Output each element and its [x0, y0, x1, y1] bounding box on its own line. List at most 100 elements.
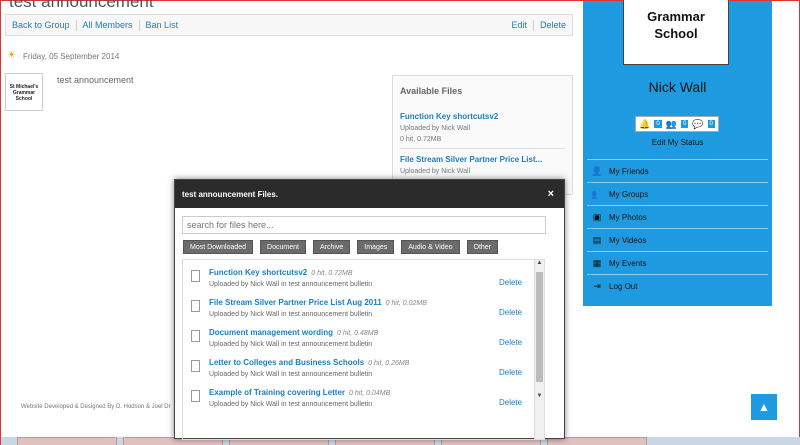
available-file-link[interactable]: File Stream Silver Partner Price List...	[400, 155, 565, 164]
document-icon	[191, 390, 200, 402]
delete-file-button[interactable]: Delete	[499, 398, 522, 407]
scroll-down-arrow-icon[interactable]: ▼	[535, 393, 544, 399]
back-to-group-link[interactable]: Back to Group	[6, 19, 77, 31]
available-file-uploader: Uploaded by Nick Wall	[400, 125, 471, 132]
scrollbar-thumb[interactable]	[536, 272, 543, 382]
available-file-uploader: Uploaded by Nick Wall	[400, 168, 471, 175]
profile-name: Nick Wall	[648, 79, 707, 95]
page-title: test announcement	[9, 0, 154, 11]
group-nav-bar: Back to Group All Members Ban List Edit …	[5, 14, 573, 36]
file-name: Example of Training covering Letter	[209, 388, 346, 397]
file-name: Function Key shortcutsv2	[209, 268, 308, 277]
filter-audio-video[interactable]: Audio & Video	[401, 240, 460, 254]
available-files-title: Available Files	[400, 86, 463, 96]
file-name: Document management wording	[209, 328, 334, 337]
post-date: Friday, 05 September 2014	[23, 51, 120, 61]
list-item: Function Key shortcutsv2 0 hit, 0.72MB Up…	[191, 268, 536, 296]
file-link[interactable]: Document management wording 0 hit, 0.48MB	[209, 328, 378, 337]
document-icon	[191, 300, 200, 312]
edit-status-link[interactable]: Edit My Status	[583, 138, 772, 147]
file-link[interactable]: Letter to Colleges and Business Schools 0…	[209, 358, 409, 367]
scroll-up-arrow-icon[interactable]: ▲	[535, 260, 544, 266]
delete-file-button[interactable]: Delete	[499, 278, 522, 287]
filter-most-downloaded[interactable]: Most Downloaded	[183, 240, 254, 254]
available-file-meta: 0 hit, 0.72MB	[400, 136, 442, 143]
available-file-link[interactable]: Function Key shortcutsv2	[400, 112, 565, 121]
document-icon	[191, 360, 200, 372]
delete-file-button[interactable]: Delete	[499, 338, 522, 347]
file-list-scrollbar[interactable]: ▲ ▼	[534, 260, 544, 439]
list-item: File Stream Silver Partner Price List Au…	[191, 298, 536, 326]
logout-icon: ⇥	[593, 280, 601, 291]
modal-title: test announcement Files.	[182, 189, 279, 199]
file-uploader: Uploaded by Nick Wall in test announceme…	[209, 281, 373, 288]
file-filter-tabs: Most Downloaded Document Archive Images …	[183, 240, 499, 254]
file-link[interactable]: Example of Training covering Letter 0 hit…	[209, 388, 390, 397]
list-item: Document management wording 0 hit, 0.48MB…	[191, 328, 536, 356]
delete-link[interactable]: Delete	[534, 20, 572, 31]
bell-icon[interactable]: 🔔	[639, 119, 650, 130]
file-uploader: Uploaded by Nick Wall in test announceme…	[209, 401, 373, 408]
school-logo: St Michael's Grammar School	[5, 73, 43, 111]
menu-item-label: My Photos	[609, 212, 647, 222]
menu-item-my-friends[interactable]: 👤 My Friends	[587, 159, 768, 182]
sun-icon: ☀	[7, 50, 16, 61]
filter-images[interactable]: Images	[357, 240, 395, 254]
menu-item-label: My Groups	[609, 189, 649, 199]
file-search-input[interactable]	[182, 216, 546, 234]
profile-menu: 👤 My Friends 👥 My Groups ▣ My Photos ▤ My Vi…	[587, 159, 768, 297]
events-icon: ▦	[592, 257, 602, 268]
menu-item-my-groups[interactable]: 👥 My Groups	[587, 182, 768, 205]
menu-item-log-out[interactable]: ⇥ Log Out	[587, 274, 768, 297]
menu-item-my-photos[interactable]: ▣ My Photos	[587, 205, 768, 228]
file-meta: 0 hit, 0.72MB	[311, 270, 353, 277]
messages-icon[interactable]: 💬	[692, 119, 703, 130]
footer-credit: Website Developed & Designed By D. Hodso…	[21, 404, 171, 410]
file-meta: 0 hit, 0.04MB	[349, 390, 391, 397]
friend-requests-icon[interactable]: 👥	[666, 119, 677, 130]
file-uploader: Uploaded by Nick Wall in test announceme…	[209, 371, 373, 378]
groups-icon: 👥	[591, 188, 603, 199]
filter-other[interactable]: Other	[466, 240, 499, 254]
friends-icon: 👤	[591, 165, 603, 176]
ban-list-link[interactable]: Ban List	[140, 20, 185, 31]
message-count: 0	[707, 120, 715, 128]
file-link[interactable]: Function Key shortcutsv2 0 hit, 0.72MB	[209, 268, 353, 277]
list-item: Example of Training covering Letter 0 hit…	[191, 388, 536, 416]
menu-item-label: Log Out	[609, 281, 638, 291]
menu-item-label: My Events	[609, 258, 647, 268]
notification-bar: 🔔 0 👥 0 💬 0	[635, 116, 719, 132]
modal-file-list: Function Key shortcutsv2 0 hit, 0.72MB Up…	[182, 259, 545, 440]
close-icon[interactable]: ×	[548, 188, 554, 200]
all-members-link[interactable]: All Members	[77, 19, 140, 31]
list-item: Letter to Colleges and Business Schools 0…	[191, 358, 536, 386]
file-uploader: Uploaded by Nick Wall in test announceme…	[209, 311, 373, 318]
menu-item-label: My Friends	[609, 166, 649, 176]
scroll-to-top-button[interactable]: ▲	[751, 394, 777, 420]
profile-sidebar: Grammar School Nick Wall 🔔 0 👥 0 💬 0 Edi…	[583, 0, 772, 306]
filter-document[interactable]: Document	[260, 240, 306, 254]
profile-card: Grammar School	[623, 0, 729, 65]
edit-link[interactable]: Edit	[505, 19, 534, 31]
taskbar-button[interactable]	[17, 437, 117, 445]
file-name: Letter to Colleges and Business Schools	[209, 358, 365, 367]
available-files-panel: Available Files Function Key shortcutsv2…	[392, 75, 573, 195]
delete-file-button[interactable]: Delete	[499, 368, 522, 377]
notification-count: 0	[654, 120, 662, 128]
modal-header: test announcement Files. ×	[175, 180, 564, 208]
file-link[interactable]: File Stream Silver Partner Price List Au…	[209, 298, 427, 307]
videos-icon: ▤	[592, 234, 602, 245]
filter-archive[interactable]: Archive	[312, 240, 351, 254]
document-icon	[191, 330, 200, 342]
delete-file-button[interactable]: Delete	[499, 308, 522, 317]
file-name: File Stream Silver Partner Price List Au…	[209, 298, 382, 307]
friend-request-count: 0	[680, 120, 689, 128]
menu-item-my-videos[interactable]: ▤ My Videos	[587, 228, 768, 251]
photos-icon: ▣	[592, 211, 602, 222]
divider	[400, 148, 565, 149]
menu-item-label: My Videos	[609, 235, 647, 245]
chevron-up-icon: ▲	[758, 400, 770, 414]
menu-item-my-events[interactable]: ▦ My Events	[587, 251, 768, 274]
files-modal: test announcement Files. × Most Download…	[174, 179, 565, 440]
file-uploader: Uploaded by Nick Wall in test announceme…	[209, 341, 373, 348]
